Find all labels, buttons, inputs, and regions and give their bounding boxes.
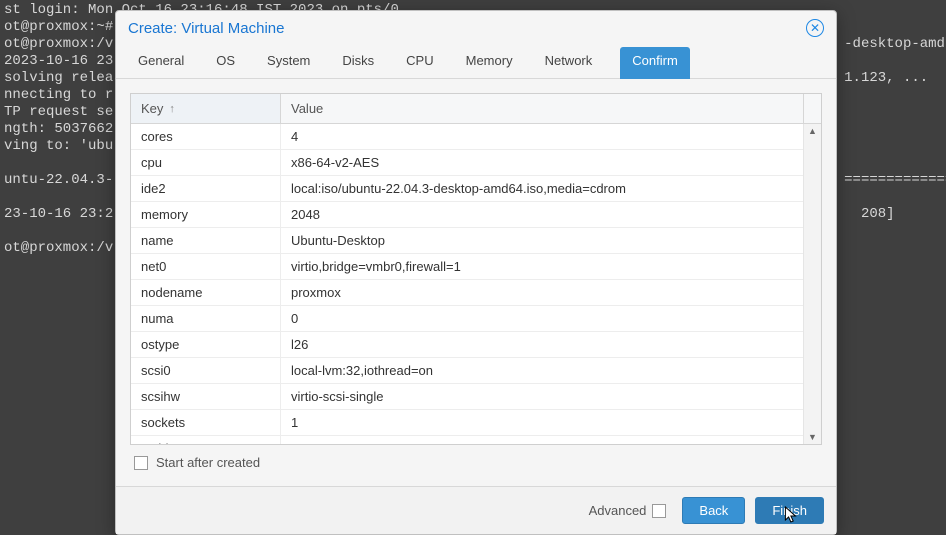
- cell-value: virtio,bridge=vmbr0,firewall=1: [281, 254, 803, 279]
- table-row[interactable]: numa0: [131, 306, 803, 332]
- cell-value: local-lvm:32,iothread=on: [281, 358, 803, 383]
- cell-value: 0: [281, 306, 803, 331]
- cell-key: cpu: [131, 150, 281, 175]
- dialog-body: Key ↑ Value cores4cpux86-64-v2-AESide2lo…: [116, 79, 836, 486]
- sort-asc-icon: ↑: [169, 103, 175, 115]
- cell-value: 2048: [281, 202, 803, 227]
- dialog-header: Create: Virtual Machine ✕: [116, 11, 836, 41]
- cell-value: 4: [281, 124, 803, 149]
- cell-key: scsihw: [131, 384, 281, 409]
- vertical-scrollbar[interactable]: ▲ ▼: [803, 124, 821, 444]
- advanced-label: Advanced: [589, 503, 647, 518]
- cell-value: local:iso/ubuntu-22.04.3-desktop-amd64.i…: [281, 176, 803, 201]
- cell-value: x86-64-v2-AES: [281, 150, 803, 175]
- tab-cpu[interactable]: CPU: [402, 47, 437, 78]
- table-row[interactable]: scsi0local-lvm:32,iothread=on: [131, 358, 803, 384]
- start-after-created-label: Start after created: [156, 455, 260, 470]
- cell-value: virtio-scsi-single: [281, 384, 803, 409]
- table-row[interactable]: cpux86-64-v2-AES: [131, 150, 803, 176]
- scrollbar-header-spacer: [803, 94, 821, 123]
- column-header-key[interactable]: Key ↑: [131, 94, 281, 123]
- cell-value: 100: [281, 436, 803, 444]
- grid-body: cores4cpux86-64-v2-AESide2local:iso/ubun…: [131, 124, 821, 444]
- tab-memory[interactable]: Memory: [462, 47, 517, 78]
- tab-general[interactable]: General: [134, 47, 188, 78]
- table-row[interactable]: memory2048: [131, 202, 803, 228]
- dialog-footer: Advanced Back Finish: [116, 486, 836, 534]
- cell-value: Ubuntu-Desktop: [281, 228, 803, 253]
- start-after-created-checkbox[interactable]: [134, 456, 148, 470]
- cell-key: scsi0: [131, 358, 281, 383]
- cell-key: memory: [131, 202, 281, 227]
- create-vm-dialog: Create: Virtual Machine ✕ General OS Syste…: [115, 10, 837, 535]
- cell-key: vmid: [131, 436, 281, 444]
- table-row[interactable]: nodenameproxmox: [131, 280, 803, 306]
- table-row[interactable]: ide2local:iso/ubuntu-22.04.3-desktop-amd…: [131, 176, 803, 202]
- wizard-tabs: General OS System Disks CPU Memory Network Conf…: [116, 41, 836, 79]
- tab-network[interactable]: Network: [541, 47, 597, 78]
- tab-disks[interactable]: Disks: [338, 47, 378, 78]
- cell-key: nodename: [131, 280, 281, 305]
- table-row[interactable]: vmid100: [131, 436, 803, 444]
- start-after-created-row: Start after created: [130, 445, 822, 470]
- cell-key: name: [131, 228, 281, 253]
- table-row[interactable]: cores4: [131, 124, 803, 150]
- close-icon: ✕: [810, 22, 820, 34]
- advanced-checkbox[interactable]: [652, 504, 666, 518]
- table-row[interactable]: scsihwvirtio-scsi-single: [131, 384, 803, 410]
- close-button[interactable]: ✕: [806, 19, 824, 37]
- column-header-value[interactable]: Value: [281, 94, 803, 123]
- tab-os[interactable]: OS: [212, 47, 239, 78]
- advanced-toggle: Advanced: [589, 503, 667, 518]
- grid-header-row: Key ↑ Value: [131, 94, 821, 124]
- cell-key: net0: [131, 254, 281, 279]
- tab-confirm[interactable]: Confirm: [620, 47, 690, 79]
- cell-key: numa: [131, 306, 281, 331]
- cell-key: cores: [131, 124, 281, 149]
- cell-value: l26: [281, 332, 803, 357]
- finish-button[interactable]: Finish: [755, 497, 824, 524]
- dialog-title: Create: Virtual Machine: [128, 20, 284, 37]
- summary-grid: Key ↑ Value cores4cpux86-64-v2-AESide2lo…: [130, 93, 822, 445]
- table-row[interactable]: ostypel26: [131, 332, 803, 358]
- table-row[interactable]: sockets1: [131, 410, 803, 436]
- cell-value: 1: [281, 410, 803, 435]
- back-button[interactable]: Back: [682, 497, 745, 524]
- table-row[interactable]: nameUbuntu-Desktop: [131, 228, 803, 254]
- table-row[interactable]: net0virtio,bridge=vmbr0,firewall=1: [131, 254, 803, 280]
- scroll-up-button[interactable]: ▲: [804, 124, 821, 138]
- cell-value: proxmox: [281, 280, 803, 305]
- cell-key: ide2: [131, 176, 281, 201]
- cell-key: sockets: [131, 410, 281, 435]
- tab-system[interactable]: System: [263, 47, 314, 78]
- scroll-down-button[interactable]: ▼: [804, 430, 821, 444]
- cell-key: ostype: [131, 332, 281, 357]
